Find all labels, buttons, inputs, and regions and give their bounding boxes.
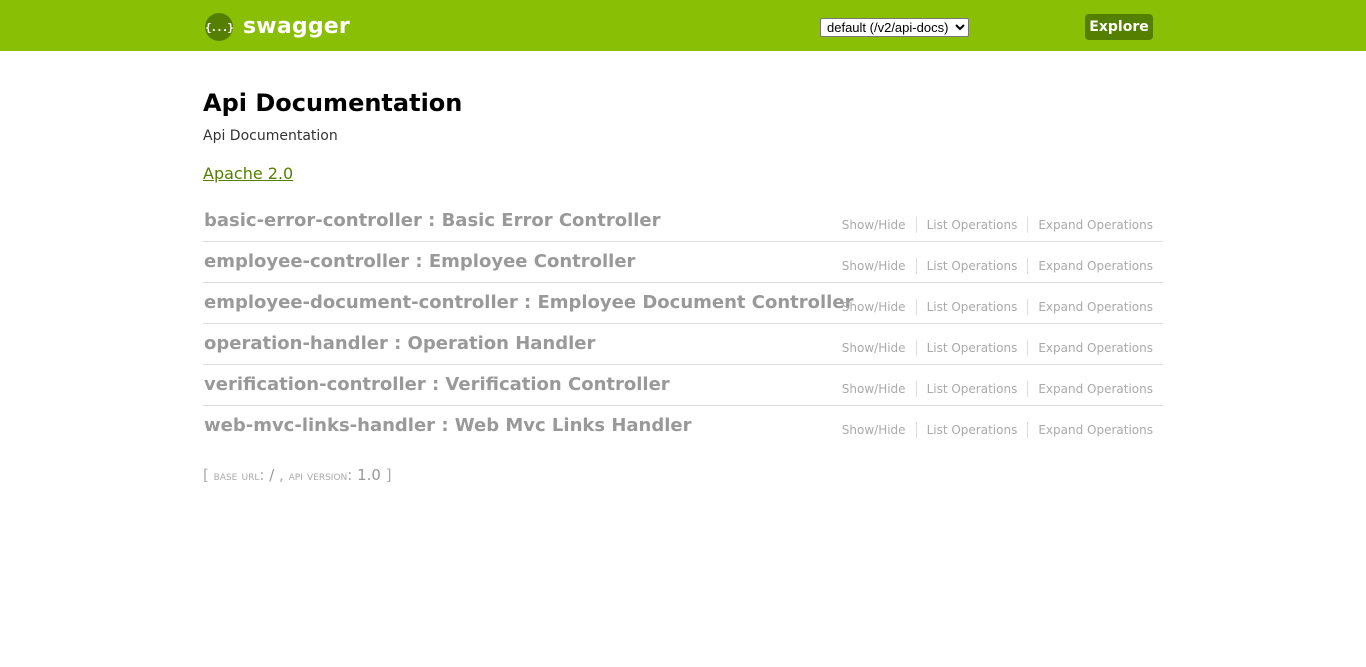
list-operations-link[interactable]: List Operations	[915, 217, 1028, 233]
resource-title-link[interactable]: employee-document-controller : Employee …	[204, 291, 853, 315]
resource-item: verification-controller : Verification C…	[203, 365, 1163, 406]
explore-button[interactable]: Explore	[1085, 14, 1153, 40]
resource-title-link[interactable]: operation-handler : Operation Handler	[204, 332, 595, 356]
resource-options: Show/Hide List Operations Expand Operati…	[842, 217, 1153, 233]
resource-options: Show/Hide List Operations Expand Operati…	[842, 381, 1153, 397]
list-operations-link[interactable]: List Operations	[915, 258, 1028, 274]
footer-colon: :	[347, 466, 353, 484]
license-link[interactable]: Apache 2.0	[203, 164, 293, 184]
resource-options: Show/Hide List Operations Expand Operati…	[842, 258, 1153, 274]
resource-options: Show/Hide List Operations Expand Operati…	[842, 422, 1153, 438]
list-operations-link[interactable]: List Operations	[915, 422, 1028, 438]
expand-operations-link[interactable]: Expand Operations	[1027, 258, 1153, 274]
resource-title-link[interactable]: employee-controller : Employee Controlle…	[204, 250, 635, 274]
resource-item: employee-controller : Employee Controlle…	[203, 242, 1163, 283]
show-hide-link[interactable]: Show/Hide	[842, 422, 916, 438]
resource-list: basic-error-controller : Basic Error Con…	[203, 201, 1163, 447]
api-footer: [ base url: / , api version: 1.0 ]	[203, 465, 392, 487]
resource-title-link[interactable]: verification-controller : Verification C…	[204, 373, 670, 397]
show-hide-link[interactable]: Show/Hide	[842, 258, 916, 274]
show-hide-link[interactable]: Show/Hide	[842, 381, 916, 397]
logo-text: swagger	[243, 14, 350, 39]
base-url-label: base url	[213, 469, 260, 484]
show-hide-link[interactable]: Show/Hide	[842, 217, 916, 233]
api-version-value: 1.0	[357, 466, 381, 484]
resource-item: basic-error-controller : Basic Error Con…	[203, 201, 1163, 242]
swagger-logo-link[interactable]: {...} swagger	[205, 13, 350, 41]
footer-separator: ,	[279, 466, 284, 484]
swagger-braces-icon: {...}	[205, 13, 234, 41]
header-bar: {...} swagger default (/v2/api-docs) Exp…	[0, 0, 1366, 51]
expand-operations-link[interactable]: Expand Operations	[1027, 299, 1153, 315]
page-title: Api Documentation	[203, 89, 463, 117]
resource-item: web-mvc-links-handler : Web Mvc Links Ha…	[203, 406, 1163, 447]
show-hide-link[interactable]: Show/Hide	[842, 299, 916, 315]
resource-options: Show/Hide List Operations Expand Operati…	[842, 340, 1153, 356]
footer-close-bracket: ]	[385, 466, 392, 484]
api-selector[interactable]: default (/v2/api-docs)	[820, 18, 969, 37]
expand-operations-link[interactable]: Expand Operations	[1027, 381, 1153, 397]
footer-open-bracket: [	[203, 466, 209, 484]
api-description: Api Documentation	[203, 128, 338, 144]
footer-colon: :	[259, 466, 265, 484]
resource-title-link[interactable]: basic-error-controller : Basic Error Con…	[204, 209, 661, 233]
resource-title-link[interactable]: web-mvc-links-handler : Web Mvc Links Ha…	[204, 414, 692, 438]
list-operations-link[interactable]: List Operations	[915, 381, 1028, 397]
expand-operations-link[interactable]: Expand Operations	[1027, 340, 1153, 356]
base-url-value: /	[269, 466, 275, 484]
resource-item: operation-handler : Operation Handler Sh…	[203, 324, 1163, 365]
expand-operations-link[interactable]: Expand Operations	[1027, 217, 1153, 233]
resource-options: Show/Hide List Operations Expand Operati…	[842, 299, 1153, 315]
expand-operations-link[interactable]: Expand Operations	[1027, 422, 1153, 438]
list-operations-link[interactable]: List Operations	[915, 340, 1028, 356]
list-operations-link[interactable]: List Operations	[915, 299, 1028, 315]
api-version-label: api version	[288, 469, 348, 484]
resource-item: employee-document-controller : Employee …	[203, 283, 1163, 324]
show-hide-link[interactable]: Show/Hide	[842, 340, 916, 356]
